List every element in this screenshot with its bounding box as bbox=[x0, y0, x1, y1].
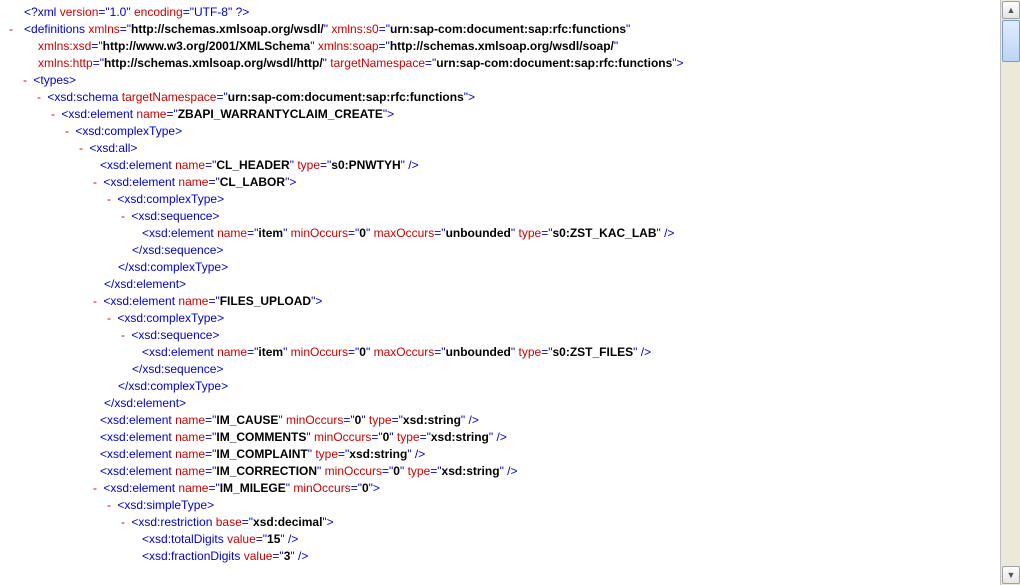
scroll-track[interactable] bbox=[1001, 62, 1020, 565]
xml-tree-view: <?xml version="1.0" encoding="UTF-8" ?> … bbox=[0, 0, 1000, 585]
scroll-thumb[interactable] bbox=[1002, 20, 1020, 62]
collapse-toggle[interactable]: - bbox=[118, 514, 128, 531]
files-upload-seq-open[interactable]: - <xsd:sequence> bbox=[6, 327, 1000, 344]
totaldigits-element: <xsd:totalDigits value="15" /> bbox=[6, 531, 1000, 548]
collapse-toggle[interactable]: - bbox=[34, 89, 44, 106]
cl-labor-ct-close: </xsd:complexType> bbox=[6, 259, 1000, 276]
collapse-toggle[interactable]: - bbox=[76, 140, 86, 157]
vertical-scrollbar[interactable]: ▲ ▼ bbox=[1000, 0, 1020, 585]
simpletype-open[interactable]: - <xsd:simpleType> bbox=[6, 497, 1000, 514]
restriction-open[interactable]: - <xsd:restriction base="xsd:decimal"> bbox=[6, 514, 1000, 531]
all-open[interactable]: - <xsd:all> bbox=[6, 140, 1000, 157]
cl-labor-item: <xsd:element name="item" minOccurs="0" m… bbox=[6, 225, 1000, 242]
collapse-toggle[interactable]: - bbox=[118, 208, 128, 225]
cl-labor-seq-open[interactable]: - <xsd:sequence> bbox=[6, 208, 1000, 225]
files-upload-ct-close: </xsd:complexType> bbox=[6, 378, 1000, 395]
schema-open[interactable]: - <xsd:schema targetNamespace="urn:sap-c… bbox=[6, 89, 1000, 106]
collapse-toggle[interactable]: - bbox=[90, 174, 100, 191]
files-upload-ct-open[interactable]: - <xsd:complexType> bbox=[6, 310, 1000, 327]
im-comments-element: <xsd:element name="IM_COMMENTS" minOccur… bbox=[6, 429, 1000, 446]
cl-labor-close: </xsd:element> bbox=[6, 276, 1000, 293]
cl-labor-ct-open[interactable]: - <xsd:complexType> bbox=[6, 191, 1000, 208]
fractiondigits-element: <xsd:fractionDigits value="3" /> bbox=[6, 548, 1000, 565]
definitions-attrs-3: xmlns:http="http://schemas.xmlsoap.org/w… bbox=[6, 55, 1000, 72]
im-milege-open[interactable]: - <xsd:element name="IM_MILEGE" minOccur… bbox=[6, 480, 1000, 497]
types-open[interactable]: - <types> bbox=[6, 72, 1000, 89]
scroll-down-button[interactable]: ▼ bbox=[1002, 566, 1020, 584]
definitions-open[interactable]: -<definitions xmlns="http://schemas.xmls… bbox=[6, 21, 1000, 38]
collapse-toggle[interactable]: - bbox=[62, 123, 72, 140]
im-correction-element: <xsd:element name="IM_CORRECTION" minOcc… bbox=[6, 463, 1000, 480]
files-upload-close: </xsd:element> bbox=[6, 395, 1000, 412]
files-upload-item: <xsd:element name="item" minOccurs="0" m… bbox=[6, 344, 1000, 361]
collapse-toggle[interactable]: - bbox=[48, 106, 58, 123]
cl-header-element: <xsd:element name="CL_HEADER" type="s0:P… bbox=[6, 157, 1000, 174]
collapse-toggle[interactable]: - bbox=[90, 480, 100, 497]
collapse-toggle[interactable]: - bbox=[104, 497, 114, 514]
xml-declaration: <?xml version="1.0" encoding="UTF-8" ?> bbox=[6, 4, 1000, 21]
complextype-open[interactable]: - <xsd:complexType> bbox=[6, 123, 1000, 140]
files-upload-open[interactable]: - <xsd:element name="FILES_UPLOAD"> bbox=[6, 293, 1000, 310]
collapse-toggle[interactable]: - bbox=[20, 72, 30, 89]
cl-labor-seq-close: </xsd:sequence> bbox=[6, 242, 1000, 259]
collapse-toggle[interactable]: - bbox=[104, 310, 114, 327]
im-cause-element: <xsd:element name="IM_CAUSE" minOccurs="… bbox=[6, 412, 1000, 429]
collapse-toggle[interactable]: - bbox=[6, 21, 16, 38]
files-upload-seq-close: </xsd:sequence> bbox=[6, 361, 1000, 378]
im-complaint-element: <xsd:element name="IM_COMPLAINT" type="x… bbox=[6, 446, 1000, 463]
collapse-toggle[interactable]: - bbox=[104, 191, 114, 208]
definitions-attrs-2: xmlns:xsd="http://www.w3.org/2001/XMLSch… bbox=[6, 38, 1000, 55]
collapse-toggle[interactable]: - bbox=[118, 327, 128, 344]
cl-labor-open[interactable]: - <xsd:element name="CL_LABOR"> bbox=[6, 174, 1000, 191]
scroll-up-button[interactable]: ▲ bbox=[1002, 1, 1020, 19]
collapse-toggle[interactable]: - bbox=[90, 293, 100, 310]
element-zbapi-open[interactable]: - <xsd:element name="ZBAPI_WARRANTYCLAIM… bbox=[6, 106, 1000, 123]
